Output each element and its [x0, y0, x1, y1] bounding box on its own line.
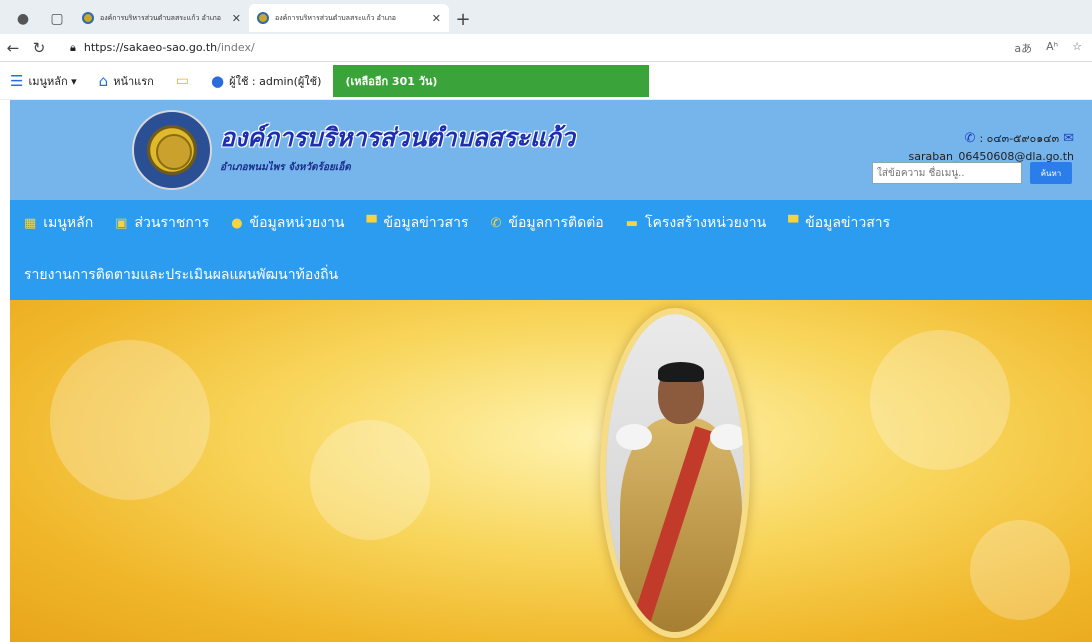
nav-label: โครงสร้างหน่วยงาน: [645, 215, 767, 231]
nav-row-2: รายงานการติดตามและประเมินผลแผนพัฒนาท้องถ…: [24, 254, 1092, 296]
tab-close-icon[interactable]: ✕: [232, 12, 241, 25]
phone-icon: ✆: [490, 215, 502, 231]
chat-icon: ▀: [366, 215, 377, 231]
site-header: องค์การบริหารส่วนตำบลสระแก้ว อำเภอพนมไพร…: [10, 100, 1092, 200]
nav-main-menu[interactable]: ▦ เมนูหลัก: [24, 212, 93, 234]
site-search: ค้นหา: [872, 162, 1072, 184]
nav-agency-info[interactable]: ● ข้อมูลหน่วยงาน: [231, 212, 344, 234]
admin-toolbar: ☰ เมนูหลัก ▾ ⌂ หน้าแรก ▭ ● ผู้ใช้ : admi…: [0, 62, 1092, 100]
browser-tab-2[interactable]: องค์การบริหารส่วนตำบลสระแก้ว อำเภอ ✕: [249, 4, 449, 32]
nav-label: ข้อมูลข่าวสาร: [805, 215, 891, 231]
tab-actions-icon[interactable]: ▢: [40, 4, 74, 34]
phone-number: : ๐๔๓-๕๙๐๑๔๓: [979, 132, 1060, 145]
admin-menu-label: เมนูหลัก ▾: [28, 74, 77, 88]
tab-title: องค์การบริหารส่วนตำบลสระแก้ว อำเภอ: [100, 13, 221, 22]
back-icon[interactable]: ←: [0, 36, 26, 60]
profile-icon[interactable]: ●: [6, 4, 40, 34]
tab-close-icon[interactable]: ✕: [432, 12, 441, 25]
org-seal-logo: [132, 110, 212, 190]
nav-row-1: ▦ เมนูหลัก ▣ ส่วนราชการ ● ข้อมูลหน่วยงาน…: [24, 202, 1092, 244]
lock-icon: 🔒︎: [70, 40, 76, 54]
search-button[interactable]: ค้นหา: [1030, 162, 1072, 184]
user-label: ผู้ใช้ : admin(ผู้ใช้): [229, 74, 322, 88]
nav-label: ข้อมูลหน่วยงาน: [249, 215, 345, 231]
mail-icon: ✉: [1063, 131, 1074, 146]
nav-label: รายงานการติดตามและประเมินผลแผนพัฒนาท้องถ…: [24, 267, 339, 283]
hero-banner: [10, 300, 1092, 642]
home-link[interactable]: ⌂ หน้าแรก: [99, 72, 154, 90]
royal-portrait-image: [600, 308, 750, 638]
site-favicon-icon: [257, 12, 269, 24]
admin-menu-dropdown[interactable]: ☰ เมนูหลัก ▾: [10, 72, 77, 90]
nav-news-info-2[interactable]: ▀ ข้อมูลข่าวสาร: [788, 212, 890, 234]
chat-button[interactable]: ▭: [176, 73, 189, 89]
read-aloud-icon[interactable]: Aʰ: [1046, 40, 1058, 56]
address-bar: ← ↻ 🔒︎ https://sakaeo-sao.go.th/index/ a…: [0, 34, 1092, 62]
phone-icon: ✆: [964, 131, 976, 146]
favorite-star-icon[interactable]: ☆: [1072, 40, 1082, 56]
calendar-icon: ▣: [115, 215, 128, 231]
url-field[interactable]: 🔒︎ https://sakaeo-sao.go.th/index/: [70, 37, 1014, 59]
info-icon: ●: [231, 215, 243, 231]
reload-icon[interactable]: ↻: [26, 36, 52, 60]
home-icon: ⌂: [98, 71, 109, 90]
org-subtitle: อำเภอพนมไพร จังหวัดร้อยเอ็ด: [220, 162, 351, 173]
search-input[interactable]: [872, 162, 1022, 184]
nav-org-structure[interactable]: ▬ โครงสร้างหน่วยงาน: [626, 212, 766, 234]
folder-icon: ▬: [625, 215, 638, 231]
nav-label: เมนูหลัก: [43, 215, 94, 231]
translate-icon[interactable]: aあ: [1014, 40, 1032, 56]
chat-icon: ▭: [175, 72, 190, 89]
nav-label: ข้อมูลการติดต่อ: [508, 215, 604, 231]
tab-title: องค์การบริหารส่วนตำบลสระแก้ว อำเภอ: [275, 13, 396, 22]
nav-label: ส่วนราชการ: [134, 215, 210, 231]
site-favicon-icon: [82, 12, 94, 24]
browser-tab-bar: ● ▢ องค์การบริหารส่วนตำบลสระแก้ว อำเภอ ✕…: [0, 0, 1092, 34]
url-path: /index/: [217, 41, 255, 54]
org-name: องค์การบริหารส่วนตำบลสระแก้ว: [220, 123, 576, 152]
new-tab-icon[interactable]: +: [449, 4, 477, 34]
user-icon: ●: [211, 71, 225, 90]
browser-tab-1[interactable]: องค์การบริหารส่วนตำบลสระแก้ว อำเภอ ✕: [74, 4, 249, 32]
nav-plan-evaluation-report[interactable]: รายงานการติดตามและประเมินผลแผนพัฒนาท้องถ…: [24, 264, 338, 286]
nav-news-info[interactable]: ▀ ข้อมูลข่าวสาร: [366, 212, 468, 234]
nav-departments[interactable]: ▣ ส่วนราชการ: [115, 212, 209, 234]
contact-info: ✆ : ๐๔๓-๕๙๐๑๔๓ ✉ saraban_06450608@dla.go…: [909, 130, 1075, 166]
chat-icon: ▀: [788, 215, 799, 231]
days-remaining-badge: (เหลืออีก 301 วัน): [333, 64, 650, 97]
nav-label: ข้อมูลข่าวสาร: [383, 215, 469, 231]
nav-contact-info[interactable]: ✆ ข้อมูลการติดต่อ: [490, 212, 603, 234]
home-label: หน้าแรก: [113, 74, 154, 88]
url-domain: https://sakaeo-sao.go.th: [83, 41, 218, 54]
user-account[interactable]: ● ผู้ใช้ : admin(ผู้ใช้): [211, 72, 321, 90]
hamburger-icon: ☰: [10, 71, 24, 90]
grid-icon: ▦: [24, 215, 37, 231]
main-navigation: ▦ เมนูหลัก ▣ ส่วนราชการ ● ข้อมูลหน่วยงาน…: [10, 200, 1092, 300]
